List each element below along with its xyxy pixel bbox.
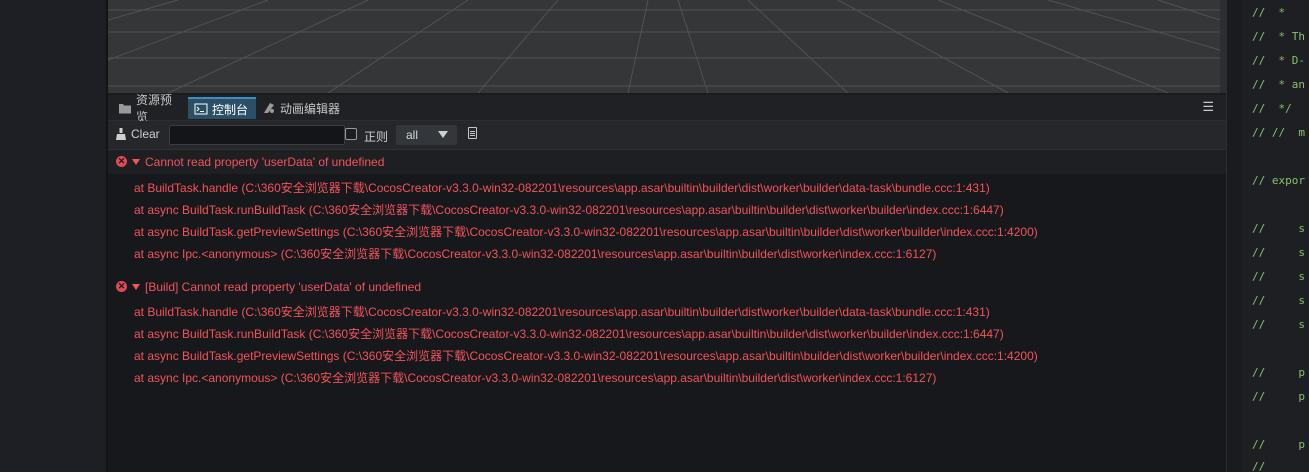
regex-label: 正则 (364, 130, 389, 144)
code-line: // s (1252, 270, 1305, 283)
animation-icon (262, 101, 276, 115)
broom-icon (116, 128, 126, 140)
stack-line: at async BuildTask.runBuildTask (C:\360安… (134, 327, 1004, 341)
code-line: // */ (1252, 102, 1292, 115)
tab-label: 控制台 (212, 102, 249, 117)
scene-grid (108, 0, 1220, 93)
log-message: Cannot read property 'userData' of undef… (145, 155, 385, 169)
log-level-select[interactable]: all (396, 125, 457, 145)
stack-line: at async Ipc.<anonymous> (C:\360安全浏览器下载\… (134, 247, 937, 261)
log-level-value: all (406, 128, 419, 142)
expand-toggle-icon[interactable] (132, 284, 140, 290)
chevron-down-icon (438, 131, 448, 138)
expand-toggle-icon[interactable] (132, 159, 140, 165)
code-line: // * an (1252, 78, 1305, 91)
code-line: // s (1252, 246, 1305, 259)
code-line: // p (1252, 438, 1305, 451)
code-line: // p (1252, 390, 1305, 403)
left-panel (0, 0, 107, 472)
menu-icon[interactable]: ☰ (1202, 99, 1214, 115)
filter-input[interactable] (169, 125, 345, 145)
code-line: // * (1252, 6, 1286, 19)
error-icon: ✕ (116, 156, 127, 167)
log-file-icon[interactable] (468, 127, 477, 139)
code-line: // p (1252, 366, 1305, 379)
clear-label: Clear (131, 127, 160, 141)
stack-line: at async Ipc.<anonymous> (C:\360安全浏览器下载\… (134, 371, 937, 385)
stack-line: at async BuildTask.runBuildTask (C:\360安… (134, 203, 1004, 217)
stack-line: at BuildTask.handle (C:\360安全浏览器下载\Cocos… (134, 181, 990, 195)
folder-icon (118, 101, 132, 115)
regex-checkbox[interactable] (345, 128, 357, 140)
code-line: // * Th (1252, 30, 1305, 43)
error-icon: ✕ (116, 281, 127, 292)
terminal-icon (194, 102, 208, 116)
console-toolbar: Clear 正则 all (108, 121, 1226, 150)
tab-console[interactable]: 控制台 (188, 97, 256, 119)
log-entry[interactable]: ✕ Cannot read property 'userData' of und… (108, 150, 1226, 174)
code-line: // expor (1252, 174, 1305, 187)
stack-line: at async BuildTask.getPreviewSettings (C… (134, 225, 1038, 239)
code-editor[interactable]: // * // * Th // * D- // * an // */ // //… (1242, 0, 1309, 472)
tab-animation-editor[interactable]: 动画编辑器 (256, 97, 346, 119)
clear-button[interactable]: Clear (116, 127, 160, 141)
log-message: [Build] Cannot read property 'userData' … (145, 280, 422, 294)
code-line: // s (1252, 318, 1305, 331)
scene-view[interactable] (108, 0, 1226, 94)
editor-gutter (1226, 0, 1243, 472)
tab-label: 动画编辑器 (280, 101, 341, 116)
tab-label: 资源预览 (136, 93, 173, 124)
console-log: ✕ Cannot read property 'userData' of und… (108, 150, 1226, 472)
code-line: // s (1252, 222, 1305, 235)
tab-assets-preview[interactable]: 资源预览 (112, 93, 188, 124)
code-line: // (1252, 460, 1266, 472)
stack-line: at BuildTask.handle (C:\360安全浏览器下载\Cocos… (134, 305, 990, 319)
panel-tabbar: 资源预览 控制台 动画编辑器 ☰ (108, 93, 1226, 124)
code-line: // * D- (1252, 54, 1305, 67)
stack-line: at async BuildTask.getPreviewSettings (C… (134, 349, 1038, 363)
log-entry[interactable]: ✕ [Build] Cannot read property 'userData… (108, 275, 1226, 299)
code-line: // // m (1252, 126, 1305, 139)
code-line: // s (1252, 294, 1305, 307)
